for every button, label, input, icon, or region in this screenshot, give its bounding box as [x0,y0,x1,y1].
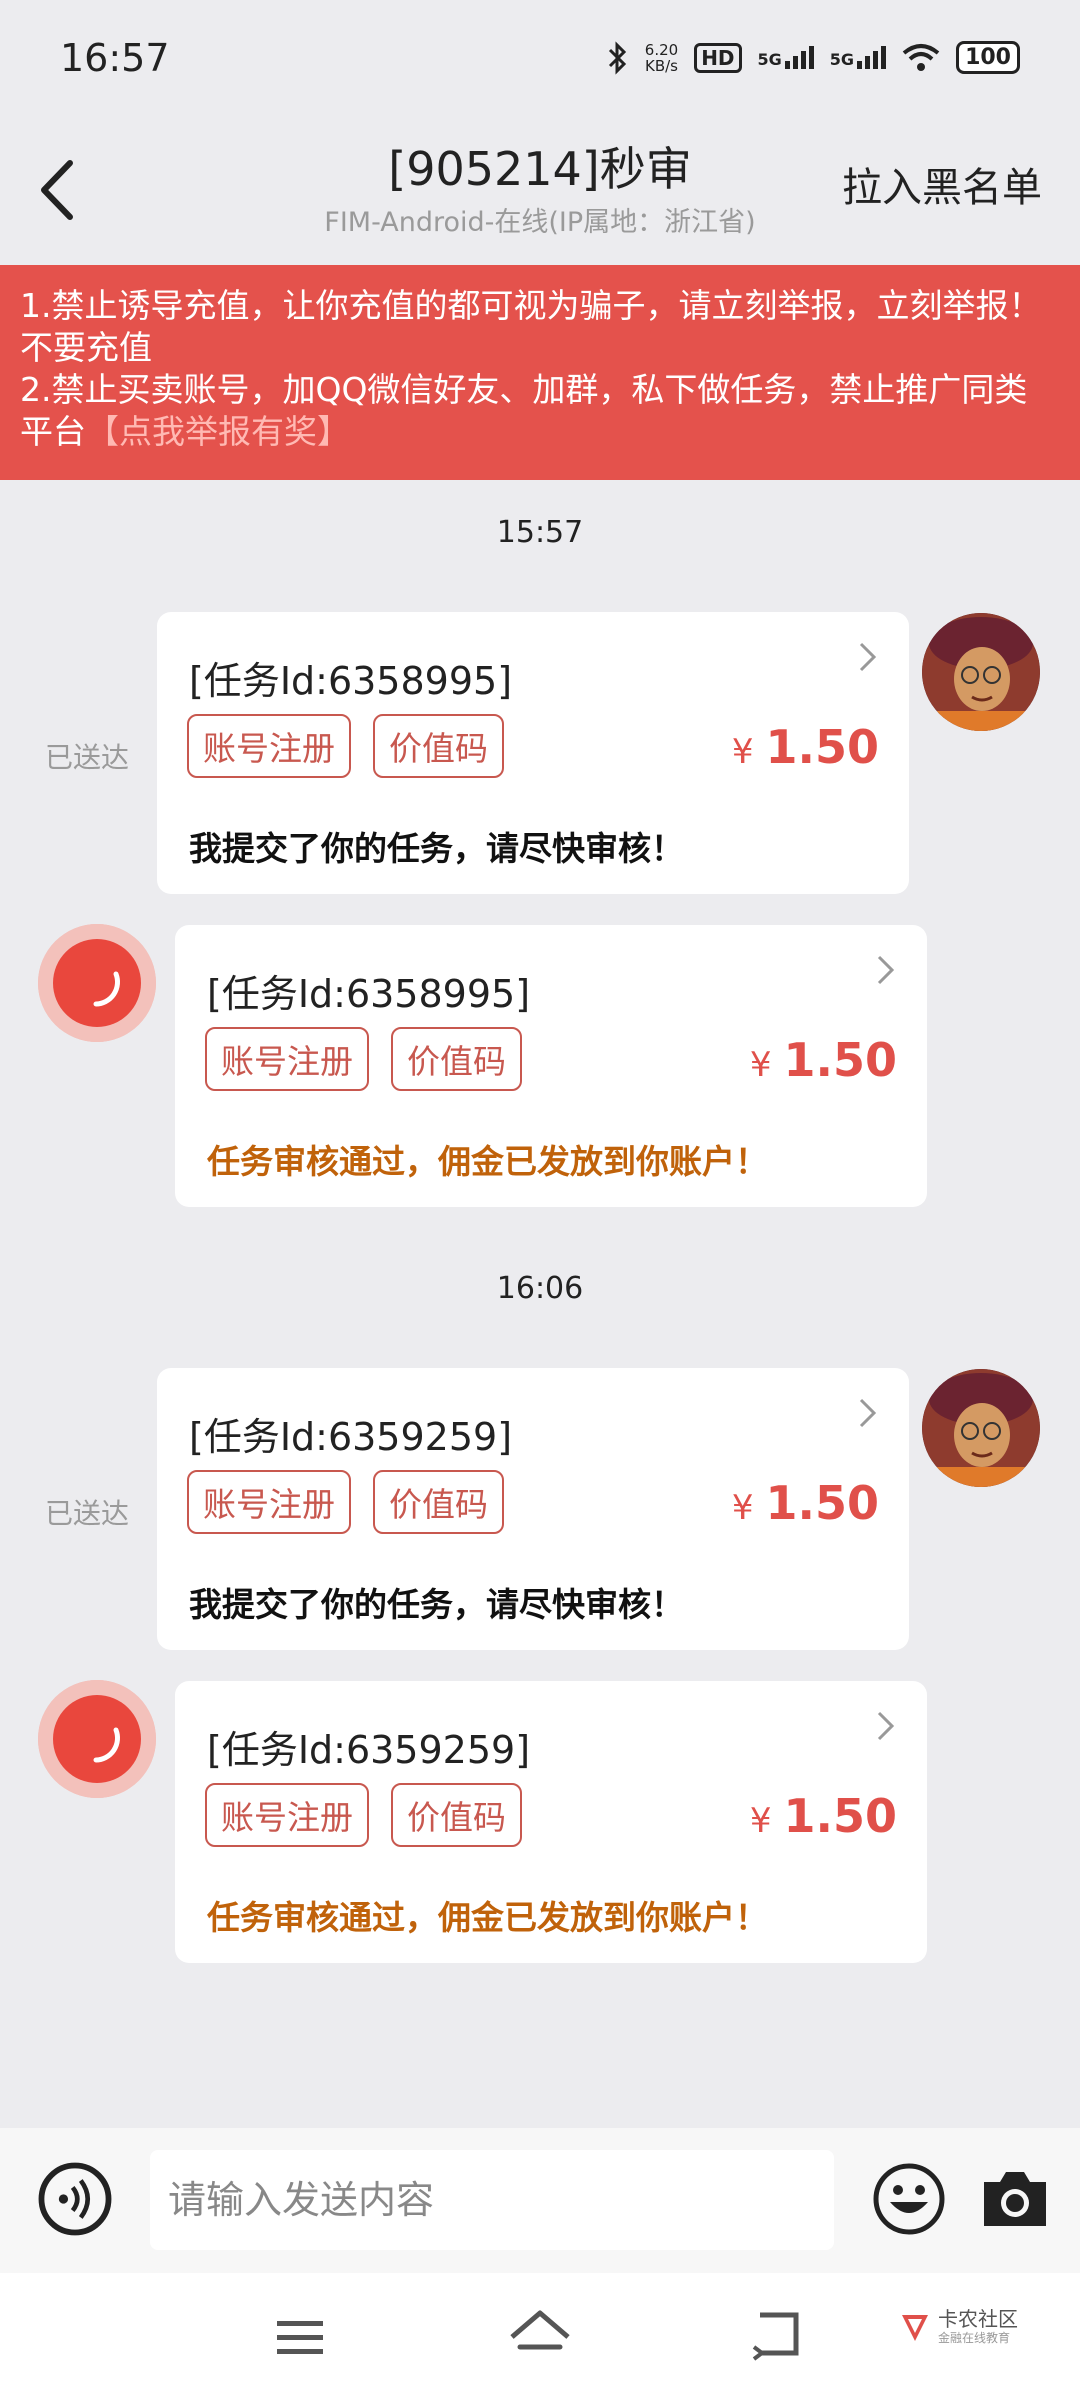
message-input-bar [0,2128,1080,2273]
camera-icon[interactable] [978,2164,1052,2234]
chevron-right-icon [859,642,877,672]
user-avatar-image [922,1369,1040,1487]
home-icon[interactable] [508,2307,572,2363]
currency-symbol: ¥ [731,732,754,772]
message-text: 任务审核通过，佣金已发放到你账户！ [207,1142,768,1181]
report-link[interactable]: 【点我举报有奖】 [86,412,350,451]
task-price: ¥1.50 [732,720,879,774]
price-value: 1.50 [783,1789,898,1843]
hd-icon: HD [694,42,742,73]
message-text: 任务审核通过，佣金已发放到你账户！ [207,1898,768,1937]
price-value: 1.50 [765,1476,880,1530]
task-tag: 价值码 [373,714,504,778]
task-tag: 账号注册 [187,714,351,778]
reviewer-avatar-image [38,924,156,1042]
signal-icon-2: 5G [829,46,887,69]
watermark: 卡农社区 金融在线教育 [898,2309,1018,2346]
task-tag: 价值码 [391,1027,522,1091]
network-speed: 6.20 KB/s [645,42,678,74]
task-tag: 价值码 [391,1783,522,1847]
sent-task-card[interactable]: [任务Id:6358995] 账号注册 价值码 ¥1.50 我提交了你的任务，请… [157,612,909,894]
watermark-tagline: 金融在线教育 [938,2331,1011,2345]
status-bar: 16:57 6.20 KB/s HD 5G 5G 100 [0,0,1080,115]
message-text: 我提交了你的任务，请尽快审核！ [189,1585,684,1624]
message-input[interactable] [150,2150,834,2250]
delivered-status: 已送达 [45,1497,130,1530]
chevron-right-icon [877,955,895,985]
signal-label: 5G [757,50,782,69]
reviewer-avatar-image [38,1680,156,1798]
task-price: ¥1.50 [750,1789,897,1843]
watermark-logo-icon [902,2314,928,2341]
task-tag: 价值码 [373,1470,504,1534]
reviewer-avatar[interactable] [38,924,156,1042]
battery-icon: 100 [956,41,1020,74]
blacklist-button[interactable]: 拉入黑名单 [842,155,1042,213]
menu-icon[interactable] [275,2317,325,2357]
chevron-right-icon [859,1398,877,1428]
network-speed-unit: KB/s [644,56,678,75]
price-value: 1.50 [765,720,880,774]
task-tag: 账号注册 [187,1470,351,1534]
chat-header: [905214]秒审 FIM-Android-在线(IP属地：浙江省) 拉入黑名… [0,115,1080,265]
task-price: ¥1.50 [750,1033,897,1087]
emoji-icon[interactable] [872,2162,946,2236]
delivered-status: 已送达 [45,741,130,774]
user-avatar[interactable] [922,613,1040,731]
wifi-icon [902,43,940,71]
task-tag: 账号注册 [205,1027,369,1091]
task-id: [任务Id:6358995] [207,972,531,1016]
bluetooth-icon [608,40,626,75]
status-time: 16:57 [60,35,170,80]
task-id: [任务Id:6358995] [189,659,513,703]
watermark-name: 卡农社区 [938,2307,1018,2331]
message-timestamp: 15:57 [496,515,584,550]
back-nav-icon[interactable] [752,2307,806,2361]
currency-symbol: ¥ [749,1045,772,1085]
task-tag: 账号注册 [205,1783,369,1847]
reply-task-card[interactable]: [任务Id:6359259] 账号注册 价值码 ¥1.50 任务审核通过，佣金已… [175,1681,927,1963]
price-value: 1.50 [783,1033,898,1087]
warning-notice: 1.禁止诱导充值，让你充值的都可视为骗子，请立刻举报，立刻举报！不要充值 2.禁… [0,265,1080,480]
chevron-right-icon [877,1711,895,1741]
task-id: [任务Id:6359259] [207,1728,531,1772]
user-avatar-image [922,613,1040,731]
system-nav-bar: 卡农社区 金融在线教育 [0,2273,1080,2400]
currency-symbol: ¥ [749,1801,772,1841]
message-text: 我提交了你的任务，请尽快审核！ [189,829,684,868]
voice-icon[interactable] [38,2162,112,2236]
user-avatar[interactable] [922,1369,1040,1487]
sent-task-card[interactable]: [任务Id:6359259] 账号注册 价值码 ¥1.50 我提交了你的任务，请… [157,1368,909,1650]
status-icons: 6.20 KB/s HD 5G 5G 100 [607,40,1020,75]
signal-label: 5G [829,50,855,69]
currency-symbol: ¥ [731,1488,754,1528]
signal-icon-1: 5G [758,46,814,69]
reviewer-avatar[interactable] [38,1680,156,1798]
task-price: ¥1.50 [732,1476,879,1530]
task-id: [任务Id:6359259] [189,1415,513,1459]
message-timestamp: 16:06 [496,1271,584,1306]
reply-task-card[interactable]: [任务Id:6358995] 账号注册 价值码 ¥1.50 任务审核通过，佣金已… [175,925,927,1207]
